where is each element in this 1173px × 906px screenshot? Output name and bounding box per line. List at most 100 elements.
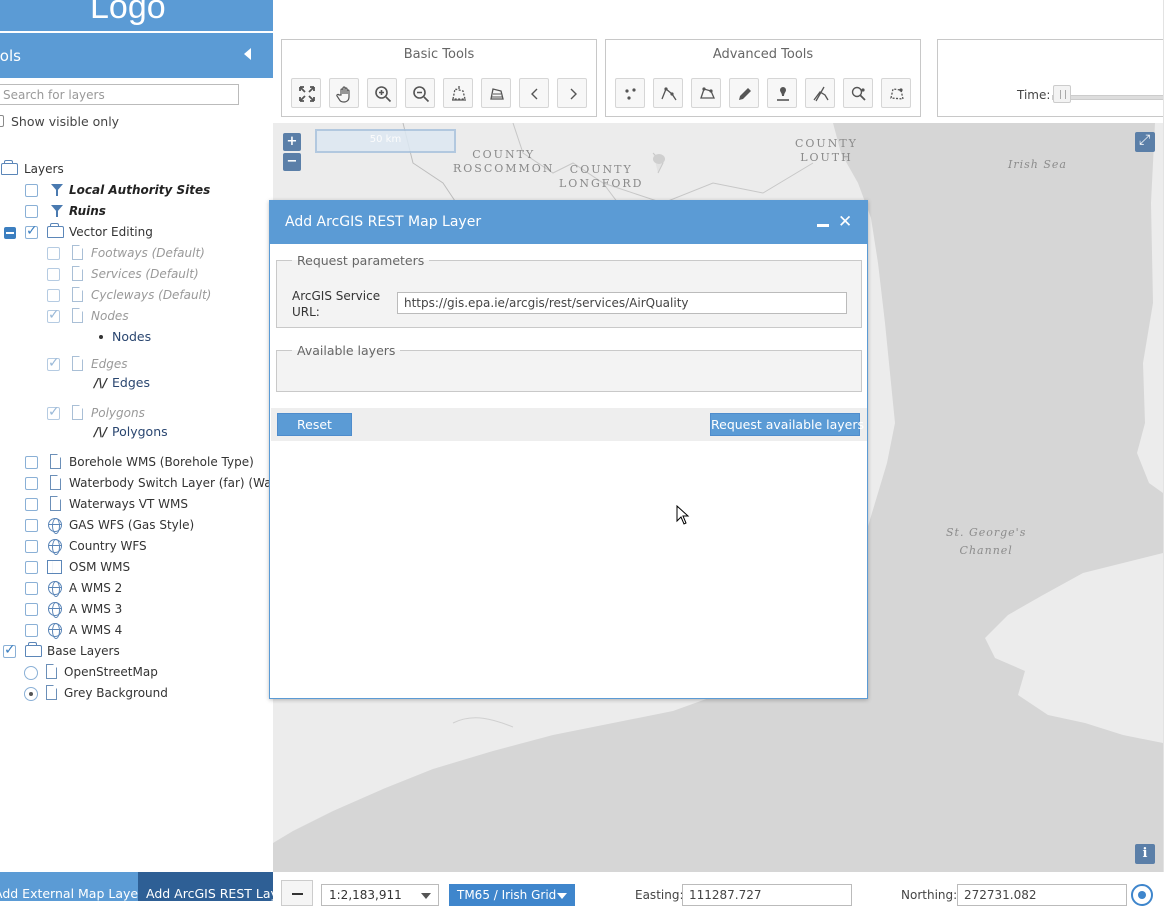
locate-target-icon[interactable] xyxy=(1131,884,1153,906)
zoom-in-button[interactable] xyxy=(367,78,397,108)
tab-add-external-map-layer[interactable]: Add External Map Layer xyxy=(0,872,138,901)
tree-item-local-authority-sites[interactable]: Local Authority Sites xyxy=(0,181,273,201)
line-icon xyxy=(661,87,677,101)
map-zoom-in-button[interactable]: + xyxy=(283,133,301,151)
tree-label: Ruins xyxy=(69,204,106,218)
layer-checkbox[interactable] xyxy=(25,498,38,511)
bottom-tab-bar: Add External Map Layer Add ArcGIS REST L… xyxy=(0,872,273,901)
identify-button[interactable] xyxy=(843,78,873,108)
tree-label: Borehole WMS (Borehole Type) xyxy=(69,455,254,469)
tree-item-openstreetmap[interactable]: OpenStreetMap xyxy=(0,663,273,683)
tree-item-nodes[interactable]: Nodes xyxy=(0,307,273,327)
tab-label: Add External Map Layer xyxy=(0,886,138,901)
layer-checkbox[interactable] xyxy=(25,205,38,218)
tree-item-a-wms-4[interactable]: A WMS 4 xyxy=(0,621,273,641)
layer-checkbox[interactable] xyxy=(47,268,60,281)
zoom-box-button[interactable] xyxy=(443,78,473,108)
request-available-layers-button[interactable]: Request available layers xyxy=(710,413,864,436)
tree-item-cycleways[interactable]: Cycleways (Default) xyxy=(0,286,273,306)
snap-button[interactable] xyxy=(881,78,911,108)
base-layer-radio[interactable] xyxy=(24,666,38,680)
layer-checkbox[interactable] xyxy=(47,247,60,260)
tree-item-vector-editing[interactable]: Vector Editing xyxy=(0,223,273,243)
draw-polygon-button[interactable] xyxy=(691,78,721,108)
draw-line-button[interactable] xyxy=(653,78,683,108)
status-zoom-out-button[interactable] xyxy=(281,880,313,906)
toolbar-area: Basic Tools Advanced Tools Time: xyxy=(273,0,1173,123)
available-layers-fieldset: Available layers xyxy=(276,343,862,392)
point-symbol-icon xyxy=(99,335,103,339)
minimize-icon[interactable] xyxy=(817,224,829,227)
time-slider-handle[interactable] xyxy=(1053,85,1071,103)
tree-item-ruins[interactable]: Ruins xyxy=(0,202,273,222)
service-url-input[interactable] xyxy=(397,292,847,314)
measure-button[interactable] xyxy=(767,78,797,108)
tree-item-a-wms-2[interactable]: A WMS 2 xyxy=(0,579,273,599)
fullscreen-button[interactable] xyxy=(1135,132,1155,152)
collapse-group-icon[interactable] xyxy=(4,227,16,239)
tree-item-country-wfs[interactable]: Country WFS xyxy=(0,537,273,557)
dialog-header[interactable]: Add ArcGIS REST Map Layer ✕ xyxy=(270,201,867,244)
layer-checkbox[interactable] xyxy=(47,289,60,302)
split-button[interactable] xyxy=(805,78,835,108)
zoom-out-button[interactable] xyxy=(405,78,435,108)
layer-checkbox[interactable] xyxy=(47,404,60,420)
layer-checkbox[interactable] xyxy=(47,307,60,323)
layer-file-icon xyxy=(46,664,57,679)
layer-checkbox[interactable] xyxy=(47,355,60,371)
filter-icon xyxy=(51,184,63,196)
tree-item-grey-background[interactable]: Grey Background xyxy=(0,684,273,704)
tree-layers-root[interactable]: Layers xyxy=(0,160,273,180)
zoom-extent-button[interactable] xyxy=(291,78,321,108)
layer-checkbox[interactable] xyxy=(25,603,38,616)
info-button[interactable]: i xyxy=(1135,844,1155,864)
map-label-county-louth: COUNTY LOUTH xyxy=(795,137,858,165)
tree-item-waterbody[interactable]: Waterbody Switch Layer (far) (Wat... xyxy=(0,474,273,494)
layer-search-input[interactable] xyxy=(0,84,239,105)
tree-item-polygons[interactable]: Polygons xyxy=(0,404,273,424)
draw-points-button[interactable] xyxy=(615,78,645,108)
tree-base-layers-root[interactable]: Base Layers xyxy=(0,642,273,662)
map-label-county-roscommon: COUNTY ROSCOMMON xyxy=(453,148,554,176)
tree-item-gas-wfs[interactable]: GAS WFS (Gas Style) xyxy=(0,516,273,536)
edit-button[interactable] xyxy=(729,78,759,108)
reset-button[interactable]: Reset xyxy=(277,413,352,436)
layer-checkbox[interactable] xyxy=(25,456,38,469)
layer-checkbox[interactable] xyxy=(25,223,38,239)
tree-item-borehole[interactable]: Borehole WMS (Borehole Type) xyxy=(0,453,273,473)
zoom-in-icon xyxy=(375,86,392,103)
logo: Logo xyxy=(90,0,166,26)
layer-checkbox[interactable] xyxy=(25,624,38,637)
polygon-icon xyxy=(700,87,715,99)
layer-checkbox[interactable] xyxy=(25,519,38,532)
globe-icon xyxy=(48,518,62,534)
northing-input[interactable] xyxy=(957,884,1127,906)
close-icon[interactable]: ✕ xyxy=(838,212,852,232)
base-layer-radio[interactable] xyxy=(24,687,38,701)
tree-item-services[interactable]: Services (Default) xyxy=(0,265,273,285)
crs-select[interactable]: TM65 / Irish Grid xyxy=(449,884,575,906)
next-extent-button[interactable] xyxy=(557,78,587,108)
tree-item-footways[interactable]: Footways (Default) xyxy=(0,244,273,264)
easting-input[interactable] xyxy=(682,884,852,906)
layer-checkbox[interactable] xyxy=(25,477,38,490)
show-visible-only-checkbox[interactable] xyxy=(0,115,4,127)
tab-add-arcgis-rest-layer[interactable]: Add ArcGIS REST Layer xyxy=(138,872,273,901)
layer-checkbox[interactable] xyxy=(25,540,38,553)
tree-item-edges[interactable]: Edges xyxy=(0,355,273,375)
tree-item-waterways[interactable]: Waterways VT WMS xyxy=(0,495,273,515)
scale-select[interactable]: 1:2,183,911 xyxy=(321,884,439,906)
map-zoom-out-button[interactable]: − xyxy=(283,153,301,171)
layer-checkbox[interactable] xyxy=(25,561,38,574)
layer-checkbox[interactable] xyxy=(3,642,16,658)
collapse-panel-icon[interactable] xyxy=(244,48,251,60)
legend-item-nodes: Nodes xyxy=(0,327,273,347)
layer-checkbox[interactable] xyxy=(25,184,38,197)
tree-item-osm-wms[interactable]: OSM WMS xyxy=(0,558,273,578)
previous-extent-button[interactable] xyxy=(519,78,549,108)
select-area-button[interactable] xyxy=(481,78,511,108)
layer-checkbox[interactable] xyxy=(25,582,38,595)
scale-select-value: 1:2,183,911 xyxy=(329,888,402,902)
pan-button[interactable] xyxy=(329,78,359,108)
tree-item-a-wms-3[interactable]: A WMS 3 xyxy=(0,600,273,620)
